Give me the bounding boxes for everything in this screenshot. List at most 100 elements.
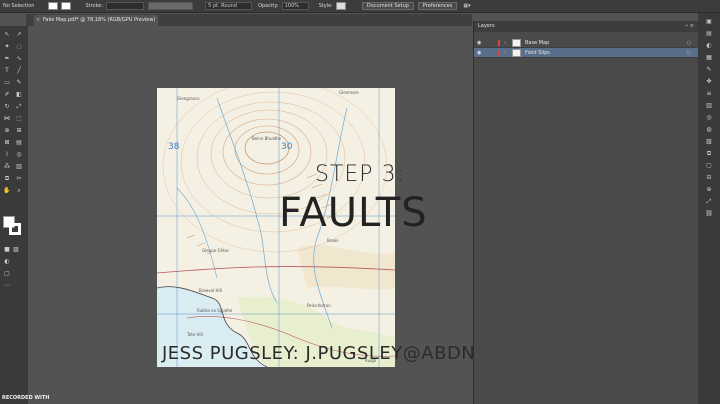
- brushes-icon[interactable]: ✎: [705, 67, 713, 73]
- appearance-icon[interactable]: ◍: [705, 127, 713, 133]
- width-tool-icon[interactable]: ⋈: [3, 115, 11, 122]
- layer-name: Field Slips: [525, 50, 550, 56]
- video-title: FAULTS: [279, 190, 428, 236]
- curvature-icon[interactable]: ∿: [15, 55, 23, 62]
- graph-icon[interactable]: ▥: [15, 163, 23, 170]
- gradient-panel-icon[interactable]: ▥: [705, 103, 713, 109]
- map-label: Glenmore: [339, 90, 359, 95]
- artboards-icon[interactable]: ▢: [705, 163, 713, 169]
- variable-width-dropdown[interactable]: [148, 2, 194, 10]
- style-swatch[interactable]: [335, 2, 346, 10]
- gradient-mode-icon[interactable]: ▨: [12, 246, 20, 253]
- perspective-icon[interactable]: ⊞: [15, 127, 23, 134]
- visibility-eye-icon[interactable]: ◉: [477, 48, 481, 58]
- map-label: Glengrasco: [177, 96, 200, 101]
- fill-swatch[interactable]: [48, 2, 59, 10]
- brush-dropdown[interactable]: 5 pt. Round: [205, 2, 253, 10]
- transform-icon[interactable]: ⤢: [705, 199, 713, 205]
- stroke-label: Stroke:: [85, 3, 104, 9]
- swatches-icon[interactable]: ▦: [705, 55, 713, 61]
- document-setup-button[interactable]: Document Setup: [361, 2, 414, 10]
- line-tool-icon[interactable]: ╱: [15, 67, 23, 74]
- tools-panel: ↖ ↗ ✦ ◌ ✒ ∿ T ╱ ▭ ✎ ✐ ◧ ↻ ⤢ ⋈ ⬚ ⊕ ⊞ ⊠ ▤ …: [0, 26, 28, 404]
- layer-color-indicator: [498, 50, 500, 56]
- libraries-icon[interactable]: ▤: [705, 31, 713, 37]
- panel-menu-icon[interactable]: » ≡: [685, 21, 694, 32]
- type-tool-icon[interactable]: T: [3, 67, 11, 74]
- eraser-icon[interactable]: ◧: [15, 91, 23, 98]
- layer-row-field-slips[interactable]: ◉ › Field Slips ○: [474, 48, 698, 58]
- artboard-tool-icon[interactable]: ⧉: [3, 175, 11, 182]
- slice-icon[interactable]: ✂: [15, 175, 23, 182]
- layer-thumbnail: [512, 39, 521, 47]
- properties-icon[interactable]: ▣: [705, 19, 713, 25]
- expand-arrow-icon[interactable]: ›: [504, 38, 506, 48]
- control-bar: No Selection Stroke: 5 pt. Round Opacity…: [0, 0, 720, 13]
- zoom-tool-icon[interactable]: ⌕: [15, 187, 23, 194]
- direct-selection-tool-icon[interactable]: ↗: [15, 31, 23, 38]
- layer-target-icon[interactable]: ○: [687, 38, 691, 48]
- stroke-panel-icon[interactable]: ≡: [705, 91, 713, 97]
- draw-mode-icon[interactable]: ◐: [3, 258, 11, 265]
- layers-panel-header: Layers » ≡: [474, 21, 698, 32]
- layers-panel-title: Layers: [478, 23, 495, 29]
- shape-builder-icon[interactable]: ⊕: [3, 127, 11, 134]
- stroke-swatch[interactable]: [61, 2, 72, 10]
- hand-tool-icon[interactable]: ✋: [3, 187, 11, 194]
- expand-arrow-icon[interactable]: ›: [504, 48, 506, 58]
- symbols-icon[interactable]: ✤: [705, 79, 713, 85]
- layer-name: Base Map: [525, 40, 550, 46]
- layer-target-icon[interactable]: ○: [687, 48, 691, 58]
- style-label: Style:: [318, 3, 333, 9]
- blend-icon[interactable]: ◎: [15, 151, 23, 158]
- map-label: Tote Hill: [187, 332, 203, 337]
- magic-wand-icon[interactable]: ✦: [3, 43, 11, 50]
- pen-tool-icon[interactable]: ✒: [3, 55, 11, 62]
- mesh-icon[interactable]: ⊠: [3, 139, 11, 146]
- color-panel-icon[interactable]: ◐: [705, 43, 713, 49]
- preferences-button[interactable]: Preferences: [417, 2, 458, 10]
- pathfinder-icon[interactable]: ⊕: [705, 187, 713, 193]
- map-label: Peinchorran: [307, 303, 331, 308]
- document-tab[interactable]: × Fake Map.pdf* @ 78.18% (RGB/GPU Previe…: [34, 15, 158, 26]
- selection-tool-icon[interactable]: ↖: [3, 31, 11, 38]
- more-tools-icon[interactable]: ⋯: [3, 282, 11, 289]
- rectangle-tool-icon[interactable]: ▭: [3, 79, 11, 86]
- eyedropper-icon[interactable]: ⌇: [3, 151, 11, 158]
- layers-panel: Layers » ≡ ◉ › Base Map ○ ◉ › Field Slip…: [473, 21, 698, 404]
- lasso-icon[interactable]: ◌: [15, 43, 23, 50]
- stroke-weight-dropdown[interactable]: [106, 2, 145, 10]
- map-label: Gleann Ghlas: [202, 248, 229, 253]
- gradient-icon[interactable]: ▤: [15, 139, 23, 146]
- links-icon[interactable]: ⛓: [705, 211, 713, 217]
- visibility-eye-icon[interactable]: ◉: [477, 38, 481, 48]
- paintbrush-icon[interactable]: ✎: [15, 79, 23, 86]
- document-tab-bar: × Fake Map.pdf* @ 78.18% (RGB/GPU Previe…: [26, 14, 472, 26]
- map-label: Beinn Bhuidhe: [252, 136, 282, 141]
- free-transform-icon[interactable]: ⬚: [15, 115, 23, 122]
- opacity-input[interactable]: 100%: [281, 2, 309, 10]
- rotate-icon[interactable]: ↻: [3, 103, 11, 110]
- symbol-sprayer-icon[interactable]: ⁂: [3, 163, 11, 170]
- transparency-icon[interactable]: ◎: [705, 115, 713, 121]
- opacity-label: Opacity:: [258, 3, 279, 9]
- align-icon[interactable]: ⊟: [705, 175, 713, 181]
- map-label: Rubha na Sgiathe: [197, 308, 233, 313]
- selection-status: No Selection: [3, 3, 35, 9]
- right-panel-dock: ▣ ▤ ◐ ▦ ✎ ✤ ≡ ▥ ◎ ◍ ▧ ⧉ ▢ ⊟ ⊕ ⤢ ⛓: [698, 13, 720, 404]
- recorder-watermark: RECORDED WITH: [2, 395, 50, 401]
- screen-mode-icon[interactable]: ▢: [3, 270, 11, 277]
- map-label: Braes: [327, 238, 339, 243]
- stroke-color-icon[interactable]: [9, 223, 21, 235]
- document-tab-title: Fake Map.pdf* @ 78.18% (RGB/GPU Preview): [43, 17, 156, 23]
- arrange-icon[interactable]: ▦▾: [463, 3, 470, 9]
- shaper-icon[interactable]: ✐: [3, 91, 11, 98]
- graphic-styles-icon[interactable]: ▧: [705, 139, 713, 145]
- layers-dock-icon[interactable]: ⧉: [705, 151, 713, 157]
- close-tab-icon[interactable]: ×: [36, 15, 40, 26]
- grid-number: 30: [281, 142, 293, 152]
- color-mode-icon[interactable]: ■: [3, 246, 11, 253]
- layer-row-base-map[interactable]: ◉ › Base Map ○: [474, 38, 698, 48]
- scale-icon[interactable]: ⤢: [15, 103, 23, 110]
- layer-color-indicator: [498, 40, 500, 46]
